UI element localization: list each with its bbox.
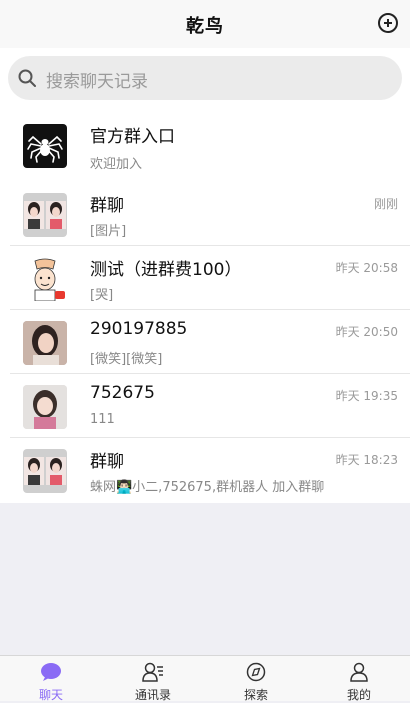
chat-preview: [图片]	[90, 224, 127, 239]
chat-row-752675[interactable]: 752675 昨天 19:35 111	[0, 374, 410, 438]
explore-icon	[246, 662, 266, 682]
user-photo-avatar	[23, 321, 67, 365]
bottom-tab-bar: 聊天 通讯录 探索 我的	[0, 655, 410, 702]
chat-preview: 111	[90, 412, 115, 427]
chat-name: 752675	[90, 383, 155, 403]
group-photo-avatar	[23, 449, 67, 493]
user-photo-avatar	[23, 385, 67, 429]
chat-time: 刚刚	[373, 197, 398, 211]
tab-label: 聊天	[38, 688, 63, 702]
chat-name: 290197885	[90, 319, 188, 339]
chat-preview: [哭]	[90, 288, 114, 303]
page-title: 乾鸟	[186, 16, 224, 37]
chat-row-test[interactable]: 测试（进群费100） 昨天 20:58 [哭]	[0, 246, 410, 310]
chat-time: 昨天 18:23	[335, 453, 398, 467]
chat-list: 官方群入口 欢迎加入 群聊 刚刚 [图片] 测试（进群费100） 昨天 20:5…	[0, 110, 410, 503]
chat-preview: 欢迎加入	[90, 157, 143, 172]
chat-name: 群聊	[90, 452, 124, 472]
tab-profile[interactable]: 我的	[308, 656, 410, 702]
tab-label: 探索	[243, 688, 268, 702]
chat-row-group-chat-2[interactable]: 群聊 昨天 18:23 蛛网👨🏻‍💻小二,752675,群机器人 加入群聊	[0, 438, 410, 502]
tab-label: 通讯录	[134, 688, 171, 702]
chat-time: 昨天 19:35	[335, 389, 398, 403]
chat-time: 昨天 20:50	[335, 325, 398, 339]
tab-contacts[interactable]: 通讯录	[102, 656, 204, 702]
chat-name: 测试（进群费100）	[90, 260, 242, 280]
tab-explore[interactable]: 探索	[205, 656, 307, 702]
chat-row-290197885[interactable]: 290197885 昨天 20:50 [微笑][微笑]	[0, 310, 410, 374]
search-placeholder: 搜索聊天记录	[46, 72, 148, 92]
chat-row-group-chat[interactable]: 群聊 刚刚 [图片]	[0, 182, 410, 246]
contacts-icon	[142, 662, 163, 682]
add-icon[interactable]	[378, 13, 398, 33]
chat-time: 昨天 20:58	[335, 261, 398, 275]
chat-bubble-icon	[41, 663, 61, 681]
search-icon	[18, 69, 36, 87]
chat-preview: [微笑][微笑]	[90, 352, 163, 367]
tab-chat[interactable]: 聊天	[0, 656, 102, 702]
tab-label: 我的	[346, 688, 371, 702]
group-photo-avatar	[23, 193, 67, 237]
chat-row-official-group[interactable]: 官方群入口 欢迎加入	[0, 110, 410, 182]
chat-preview: 蛛网👨🏻‍💻小二,752675,群机器人 加入群聊	[90, 480, 325, 495]
spider-logo-icon	[23, 124, 67, 168]
top-bar: 乾鸟	[0, 0, 410, 48]
cartoon-avatar	[23, 257, 67, 301]
search-bar-container: 搜索聊天记录	[0, 48, 410, 110]
profile-icon	[350, 662, 368, 682]
chat-name: 官方群入口	[90, 127, 175, 147]
chat-name: 群聊	[90, 196, 124, 216]
search-input[interactable]: 搜索聊天记录	[8, 56, 402, 100]
